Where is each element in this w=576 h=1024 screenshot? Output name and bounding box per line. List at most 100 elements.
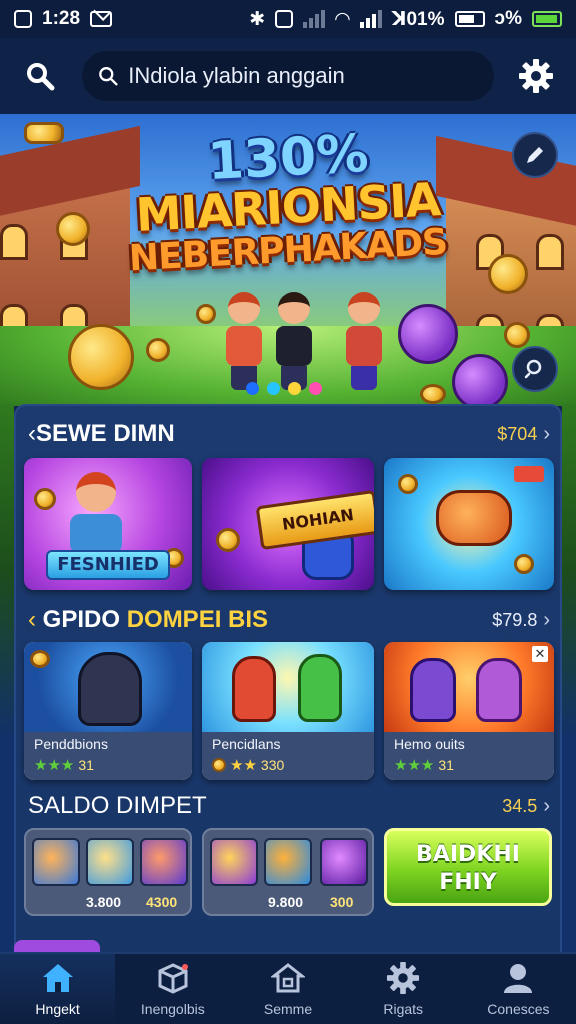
gem-icon	[452, 354, 508, 406]
profile-icon	[500, 961, 536, 995]
cube-box-icon	[155, 961, 191, 995]
edit-button[interactable]	[512, 132, 558, 178]
battery-icon-green	[532, 11, 562, 27]
see-more-link[interactable]: 34.5 ›	[502, 795, 550, 818]
cannon-icon	[436, 490, 512, 546]
search-icon	[524, 359, 542, 379]
card-artwork	[202, 642, 374, 732]
nav-item-inventory[interactable]: Inengolbis	[115, 954, 230, 1024]
coin-icon	[34, 488, 56, 510]
card-meta: Hemo ouits ★★★ 31	[384, 732, 554, 780]
search-bar[interactable]	[82, 51, 494, 101]
rating: ★★★ 31	[394, 757, 454, 774]
game-card[interactable]: NOHIAN	[202, 458, 374, 590]
game-card[interactable]: Penddbions ★★★ 31	[24, 642, 192, 780]
character	[76, 472, 116, 512]
rating: ★★ 330	[212, 756, 364, 774]
coin-icon	[30, 650, 50, 668]
side-decor-right	[562, 404, 576, 964]
cta-button[interactable]: BAIDKHI FHIY	[384, 828, 552, 906]
nfc-icon	[275, 10, 294, 28]
pencil-icon	[527, 147, 543, 163]
search-icon	[27, 63, 55, 91]
section-title: SALDO DIMPET	[28, 792, 207, 819]
status-right: ✱ ◠ ꓘ01% ↄ%	[249, 8, 562, 31]
chevron-right-icon: ›	[543, 422, 550, 445]
wifi-icon: ◠	[335, 8, 350, 30]
card-banner: FESNHIED	[46, 550, 170, 580]
search-input[interactable]	[128, 63, 478, 89]
carousel-dot[interactable]	[288, 382, 301, 395]
price: 3.800	[86, 894, 122, 910]
character	[274, 292, 314, 392]
character	[410, 658, 456, 722]
carousel-dot[interactable]	[246, 382, 259, 395]
nav-item-home[interactable]: Hngekt	[0, 954, 116, 1024]
house-outline-icon	[270, 961, 306, 995]
search-button[interactable]	[18, 54, 62, 98]
battery-percent-2: ↄ%	[494, 8, 522, 29]
nav-item-settings[interactable]: Rigats	[346, 954, 461, 1024]
price: 4300	[146, 894, 178, 910]
nav-item-games[interactable]: Semme	[230, 954, 345, 1024]
character	[70, 514, 122, 554]
game-card[interactable]: ✕ Hemo ouits ★★★ 31	[384, 642, 554, 780]
star-icon: ★★	[230, 757, 257, 774]
character	[298, 654, 342, 722]
section-title: ‹SEWE DIMN	[28, 420, 175, 447]
bluetooth-icon: ✱	[249, 8, 266, 30]
star-icon: ★★★	[394, 757, 435, 774]
gear-icon	[385, 961, 421, 995]
section-header-2: ‹ GPIDO DOMPEI BIS $79.8 ›	[28, 602, 550, 638]
hero-characters	[210, 282, 410, 392]
thumbnail	[140, 838, 188, 886]
signal-icon	[303, 10, 326, 28]
see-more-link[interactable]: $79.8 ›	[492, 609, 550, 632]
coin-icon	[68, 324, 134, 390]
rating: ★★★ 31	[34, 757, 94, 774]
settings-button[interactable]	[514, 54, 558, 98]
carousel-dot[interactable]	[309, 382, 322, 395]
star-icon: ★★★	[34, 757, 75, 774]
thumbnail	[264, 838, 312, 886]
coin-icon	[146, 338, 170, 362]
status-left: 1:28	[14, 3, 113, 30]
bottom-nav: Hngekt Inengolbis Semme Rigats Conesces	[0, 952, 576, 1024]
bundle-card[interactable]: 9.800 300	[202, 828, 374, 916]
price: 9.800	[268, 894, 304, 910]
battery-icon	[454, 11, 485, 27]
coin-icon	[504, 322, 530, 348]
character	[232, 656, 276, 722]
hero-banner[interactable]: 130% MIARIONSIA NEBERPHAKADS	[0, 114, 576, 406]
bundle-card[interactable]: 3.800 4300	[24, 828, 192, 916]
thumbnail	[320, 838, 368, 886]
game-card[interactable]: FESNHIED	[24, 458, 192, 590]
section-title: ‹ GPIDO DOMPEI BIS	[28, 606, 269, 633]
status-time: 1:28	[42, 8, 81, 29]
coin-icon	[216, 528, 240, 552]
notification-icon	[14, 10, 32, 28]
see-more-link[interactable]: $704 ›	[497, 423, 550, 446]
price: 300	[330, 894, 354, 910]
game-card[interactable]	[384, 458, 554, 590]
status-bar: 1:28 ✱ ◠ ꓘ01% ↄ%	[0, 0, 576, 38]
carousel-dot[interactable]	[267, 382, 280, 395]
badge-icon	[514, 466, 544, 482]
battery-percent: ꓘ01%	[391, 8, 445, 30]
search-icon	[99, 67, 118, 86]
home-icon	[40, 961, 76, 995]
character	[78, 652, 142, 726]
character	[224, 292, 264, 392]
nav-item-profile[interactable]: Conesces	[461, 954, 576, 1024]
hero-search-button[interactable]	[512, 346, 558, 392]
app-header	[0, 38, 576, 114]
chevron-right-icon: ›	[543, 794, 550, 817]
section-header-3: SALDO DIMPET 34.5 ›	[28, 788, 550, 824]
coin-icon	[420, 384, 446, 404]
side-decor-left	[0, 404, 14, 964]
coin-icon	[212, 758, 226, 772]
thumbnail	[32, 838, 80, 886]
close-icon[interactable]: ✕	[532, 646, 548, 662]
carousel-dots[interactable]	[246, 382, 322, 395]
game-card[interactable]: Pencidlans ★★ 330	[202, 642, 374, 780]
